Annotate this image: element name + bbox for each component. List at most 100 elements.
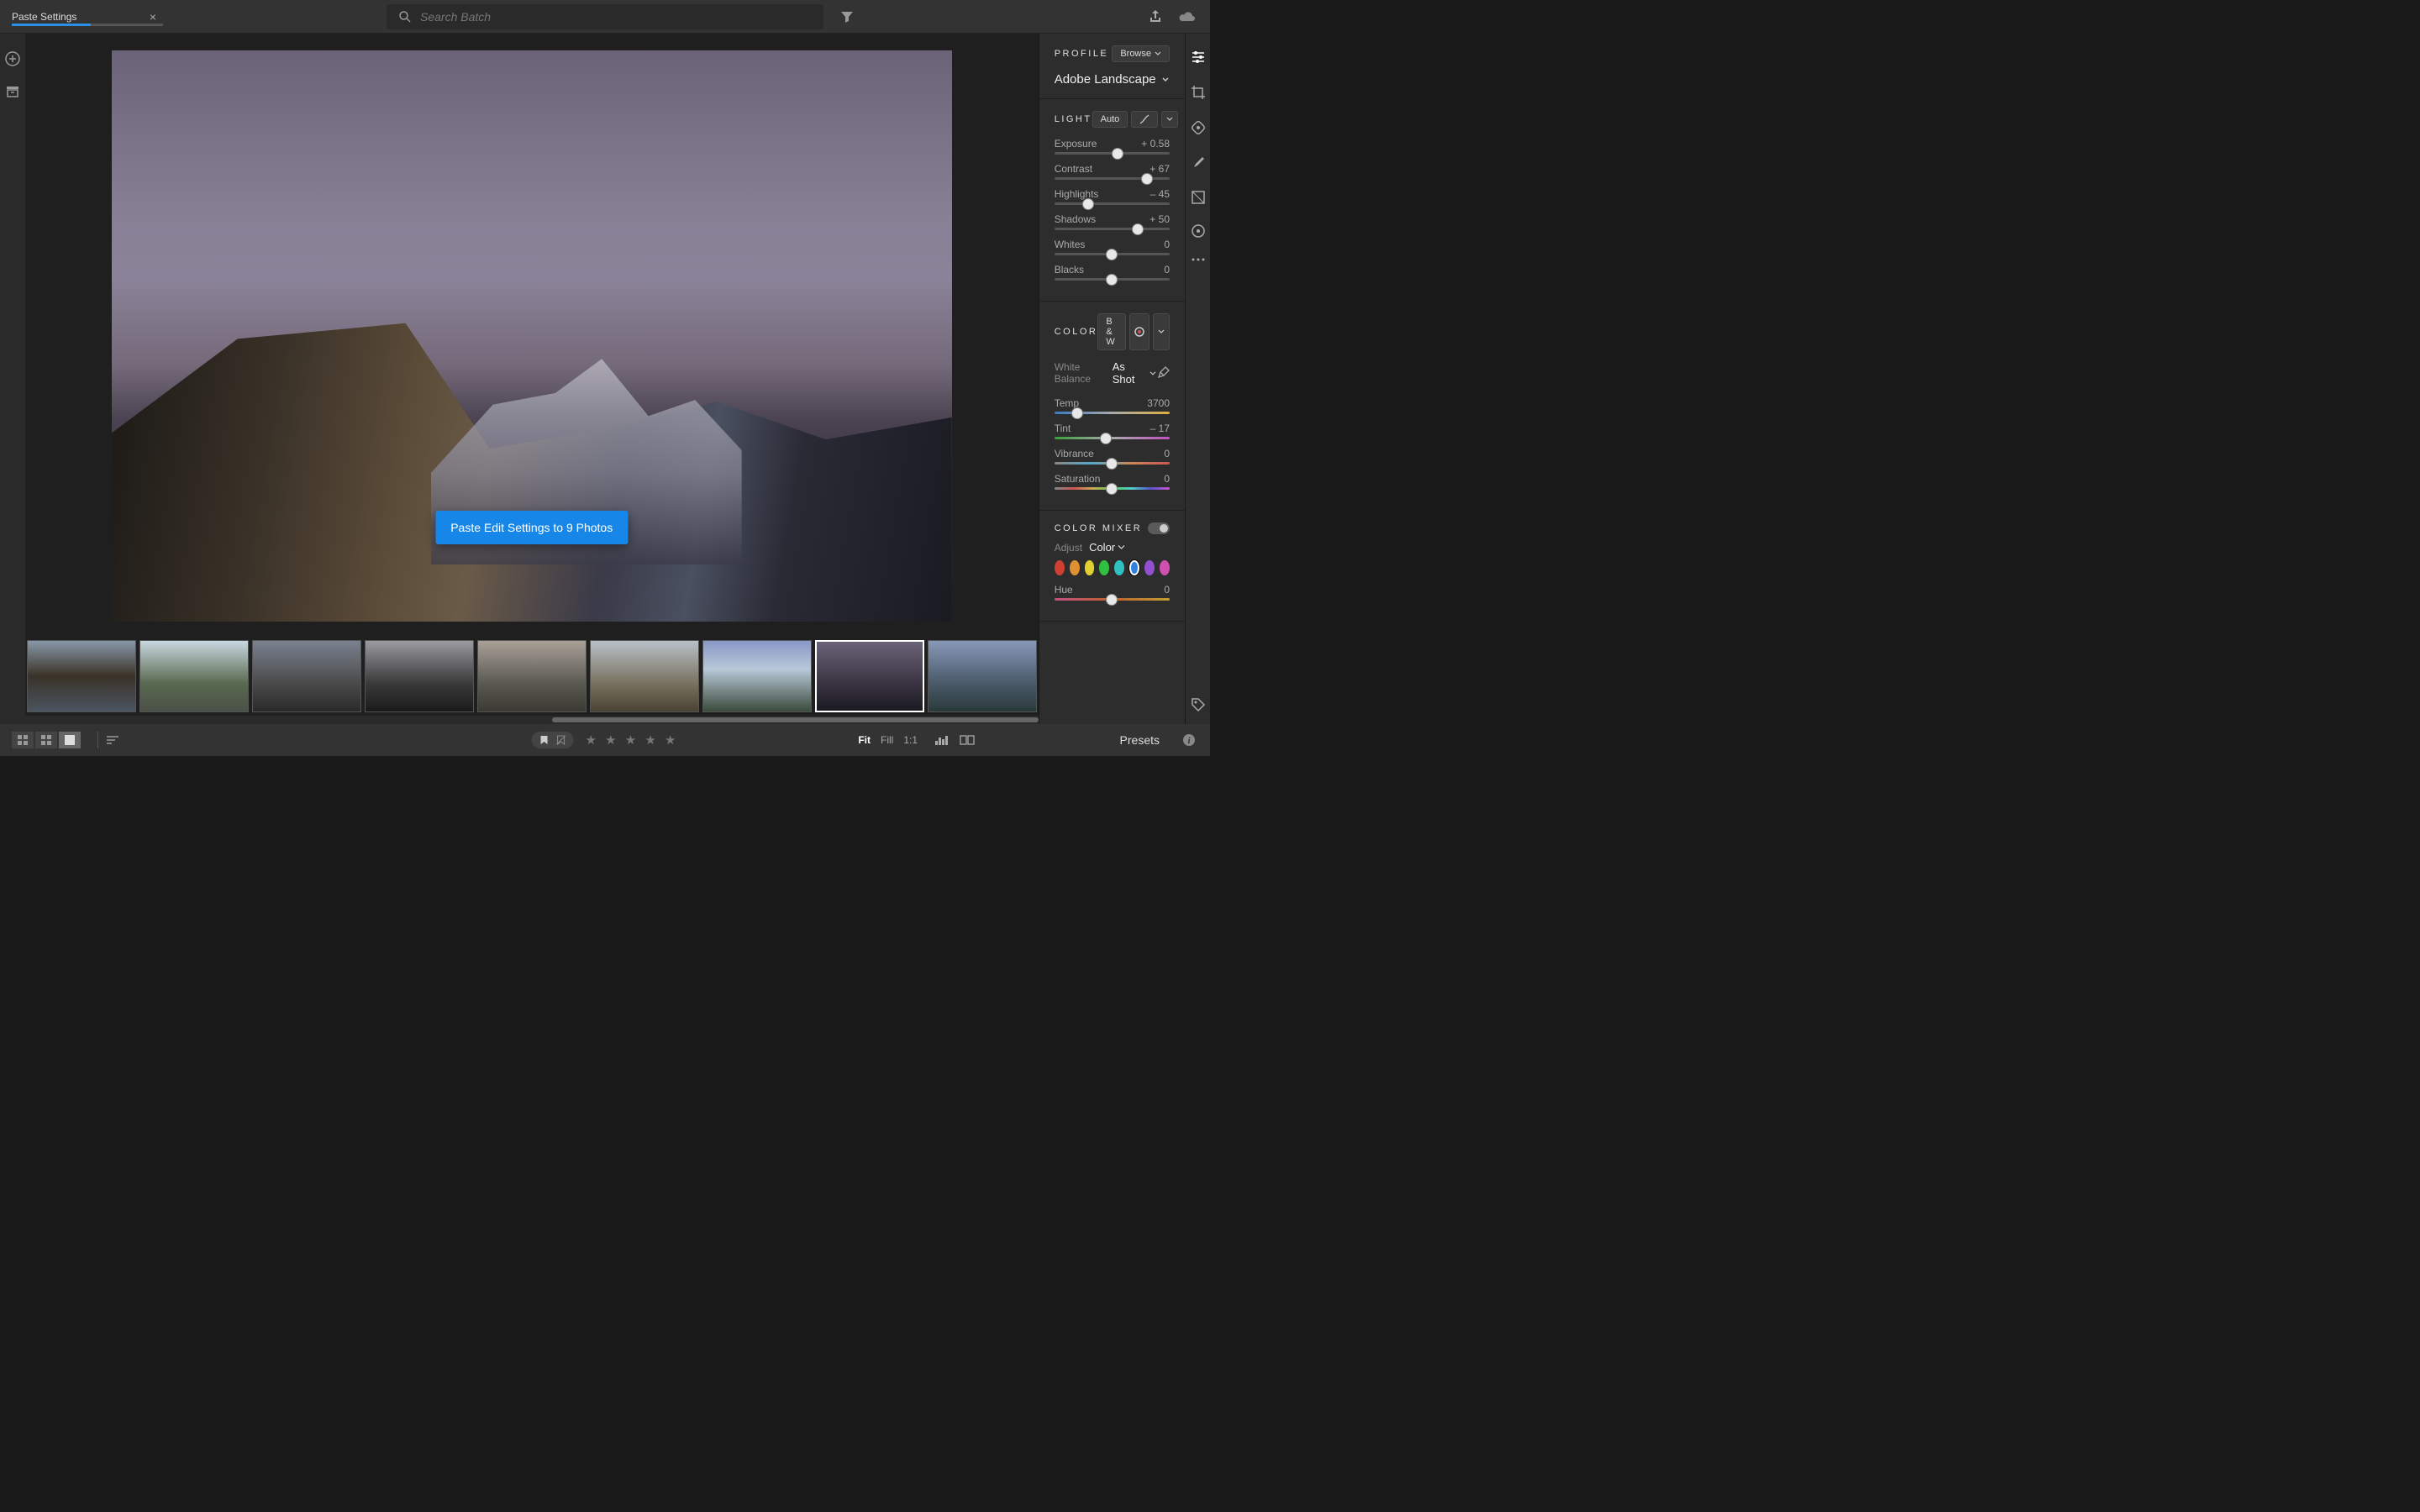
grid-large-icon[interactable] [35,732,57,748]
slider-value: – 45 [1150,188,1170,200]
hue-label: Hue [1055,584,1073,596]
whitebalance-dropdown[interactable]: As Shot [1113,360,1156,386]
search-input[interactable] [420,10,812,24]
thumbnail[interactable] [590,640,699,712]
thumbnail[interactable] [27,640,136,712]
brush-icon[interactable] [1190,155,1207,171]
tag-icon[interactable] [1191,697,1206,712]
thumbnail[interactable] [252,640,361,712]
slider-value: 0 [1164,473,1170,485]
canvas[interactable]: Paste Edit Settings to 9 Photos [25,34,1039,638]
thumbnail[interactable] [365,640,474,712]
saturation-slider[interactable] [1055,487,1170,490]
profile-label: PROFILE [1055,49,1109,59]
vibrance-slider[interactable] [1055,462,1170,465]
filmstrip-scrollbar[interactable] [25,716,1039,724]
eyedropper-icon[interactable] [1156,366,1170,380]
color-swatch[interactable] [1085,560,1095,575]
zoom-fill[interactable]: Fill [881,734,893,746]
toast-message: Paste Edit Settings to 9 Photos [435,511,628,544]
color-swatch[interactable] [1070,560,1080,575]
color-swatch[interactable] [1160,560,1170,575]
healing-icon[interactable] [1190,119,1207,136]
slider-label: Highlights [1055,188,1099,200]
edit-sliders-icon[interactable] [1190,49,1207,66]
slider-label: Vibrance [1055,448,1094,459]
color-swatch[interactable] [1055,560,1065,575]
mixer-toggle[interactable] [1148,522,1170,534]
slider-label: Whites [1055,239,1086,250]
adjust-label: Adjust [1055,542,1082,554]
flag-buttons[interactable] [532,732,574,748]
light-section: LIGHT Auto Exposure + 0.58 [1039,99,1185,302]
browse-button[interactable]: Browse [1112,45,1170,62]
tone-curve-button[interactable] [1131,111,1158,128]
blacks-slider[interactable] [1055,278,1170,281]
histogram-icon[interactable] [934,734,950,746]
auto-button[interactable]: Auto [1092,111,1128,128]
info-icon[interactable]: i [1181,732,1197,748]
grid-small-icon[interactable] [12,732,34,748]
rating-stars[interactable]: ★ ★ ★ ★ ★ [586,732,679,748]
center-area: Paste Edit Settings to 9 Photos [25,34,1039,724]
color-swatch[interactable] [1099,560,1109,575]
thumbnail[interactable] [928,640,1037,712]
light-chevron-icon[interactable] [1161,111,1178,128]
slider-label: Tint [1055,423,1071,434]
search-box[interactable] [387,4,823,29]
slider-value: 0 [1164,239,1170,250]
temp-slider[interactable] [1055,412,1170,414]
archive-icon[interactable] [5,84,20,99]
linear-gradient-icon[interactable] [1191,190,1206,205]
contrast-slider[interactable] [1055,177,1170,180]
single-view-icon[interactable] [59,732,81,748]
tint-slider[interactable] [1055,437,1170,439]
zoom-fit[interactable]: Fit [858,734,871,746]
color-mixer-section: COLOR MIXER Adjust Color Hue 0 [1039,511,1185,622]
slider-label: Blacks [1055,264,1084,276]
slider-value: 3700 [1147,397,1170,409]
crop-icon[interactable] [1190,84,1207,101]
highlights-slider[interactable] [1055,202,1170,205]
compare-icon[interactable] [960,734,975,746]
color-swatch[interactable] [1114,560,1124,575]
color-mixer-icon[interactable] [1129,313,1150,350]
color-swatch[interactable] [1129,560,1139,575]
add-icon[interactable] [4,50,21,67]
tab-paste-settings[interactable]: Paste Settings × [0,0,168,33]
share-icon[interactable] [1148,9,1163,24]
slider-label: Contrast [1055,163,1092,175]
filter-icon[interactable] [840,10,854,24]
radial-gradient-icon[interactable] [1191,223,1206,239]
thumbnail-selected[interactable] [815,640,924,712]
profile-dropdown[interactable]: Adobe Landscape [1055,72,1170,87]
slider-value: + 0.58 [1141,138,1170,150]
close-icon[interactable]: × [150,10,156,24]
thumbnail[interactable] [477,640,587,712]
shadows-slider[interactable] [1055,228,1170,230]
presets-button[interactable]: Presets [1120,733,1160,747]
whites-slider[interactable] [1055,253,1170,255]
bw-button[interactable]: B & W [1097,313,1126,350]
color-swatch[interactable] [1144,560,1155,575]
cloud-icon[interactable] [1178,9,1197,24]
hue-slider[interactable] [1055,598,1170,601]
slider-value: 0 [1164,448,1170,459]
thumbnail[interactable] [702,640,812,712]
browse-label: Browse [1120,49,1151,59]
filmstrip [25,638,1039,716]
sort-icon[interactable] [105,734,120,746]
whitebalance-value: As Shot [1113,360,1146,386]
edit-panel: PROFILE Browse Adobe Landscape LIGHT Aut… [1039,34,1185,724]
tab-title: Paste Settings [12,11,76,23]
adjust-dropdown[interactable]: Color [1089,541,1125,554]
zoom-1to1[interactable]: 1:1 [903,734,918,746]
slider-label: Shadows [1055,213,1096,225]
color-chevron-icon[interactable] [1153,313,1170,350]
thumbnail[interactable] [139,640,249,712]
adjust-value: Color [1089,541,1115,554]
mixer-label: COLOR MIXER [1055,523,1143,533]
more-icon[interactable] [1191,257,1206,262]
exposure-slider[interactable] [1055,152,1170,155]
slider-label: Exposure [1055,138,1097,150]
